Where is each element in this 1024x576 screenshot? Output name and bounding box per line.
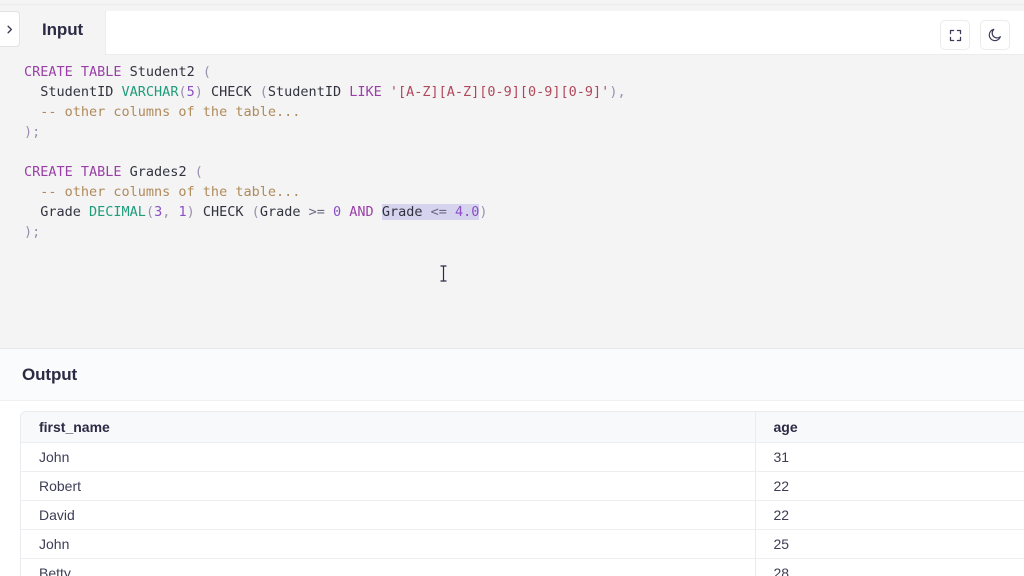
code-token: ( <box>186 164 203 180</box>
table-row[interactable]: John 31 <box>21 442 1024 472</box>
tab-input-label: Input <box>42 20 84 39</box>
code-token: LIKE <box>349 84 382 100</box>
code-token: Grade <box>381 204 431 220</box>
code-token: 4.0 <box>455 204 480 220</box>
dark-mode-button[interactable] <box>980 20 1010 50</box>
table-cell: 25 <box>755 529 1024 559</box>
code-token: ) <box>194 84 203 100</box>
code-line: Grade DECIMAL(3, 1) CHECK (Grade >= 0 AN… <box>24 202 1024 222</box>
code-line: CREATE TABLE Grades2 ( <box>24 162 1024 182</box>
code-token: CHECK <box>194 204 252 220</box>
code-token: VARCHAR <box>121 84 179 100</box>
column-header-first_name[interactable]: first_name <box>21 412 756 443</box>
code-token <box>446 204 455 220</box>
code-token: , <box>162 204 179 220</box>
code-token: ); <box>24 224 41 240</box>
code-token: -- other columns of the table... <box>24 104 301 120</box>
table-row[interactable]: Betty 28 <box>21 558 1024 576</box>
table-header-row: first_name age <box>21 412 1024 443</box>
code-token: ); <box>24 124 41 140</box>
code-token: 1 <box>178 204 187 220</box>
tab-bar-actions <box>940 10 1014 60</box>
code-token: DECIMAL <box>89 204 146 220</box>
code-token: CHECK <box>202 84 260 100</box>
result-table: first_name age John 31 Robert 22 David 22 John 2… <box>21 412 1024 576</box>
column-header-age[interactable]: age <box>755 412 1024 443</box>
table-cell: Betty <box>21 558 756 576</box>
code-token: CREATE TABLE <box>24 64 130 80</box>
tab-bar-filler <box>105 11 1024 55</box>
sidebar-collapse-button[interactable] <box>0 11 20 47</box>
code-token: 3 <box>154 204 163 220</box>
table-cell: 22 <box>755 471 1024 501</box>
code-line: CREATE TABLE Student2 ( <box>24 62 1024 82</box>
tab-input[interactable]: Input <box>20 5 106 55</box>
table-cell: 28 <box>755 558 1024 576</box>
code-token: 0 <box>333 204 342 220</box>
code-line: -- other columns of the table... <box>24 102 1024 122</box>
code-token: >= <box>308 204 325 220</box>
code-token: ), <box>609 84 626 100</box>
table-row[interactable]: Robert 22 <box>21 471 1024 501</box>
fullscreen-button[interactable] <box>940 20 970 50</box>
moon-icon <box>987 27 1003 43</box>
code-token: ) <box>186 204 195 220</box>
table-cell: Robert <box>21 471 756 501</box>
text-cursor-icon <box>440 265 447 282</box>
table-cell: David <box>21 500 756 530</box>
code-token: Student2 <box>129 64 195 80</box>
code-token: StudentID <box>267 84 350 100</box>
code-token: ( <box>259 84 268 100</box>
code-editor-panel[interactable]: CREATE TABLE Student2 ( StudentID VARCHA… <box>0 55 1024 348</box>
chevron-right-icon <box>4 24 15 35</box>
code-token: ( <box>194 64 211 80</box>
table-row[interactable]: John 25 <box>21 529 1024 559</box>
fullscreen-icon <box>948 28 963 43</box>
result-table-container[interactable]: first_name age John 31 Robert 22 David 22 John 2… <box>20 411 1024 576</box>
table-cell: 22 <box>755 500 1024 530</box>
code-token: CREATE TABLE <box>24 164 130 180</box>
output-panel: Output first_name age John 31 Robert 22 David… <box>0 348 1024 576</box>
code-token: ) <box>479 204 488 220</box>
output-header: Output <box>0 349 1024 401</box>
code-token: ( <box>145 204 155 220</box>
code-token: Grades2 <box>129 164 187 180</box>
code-token: '[A-Z][A-Z][0-9][0-9][0-9]' <box>389 84 610 100</box>
table-cell: John <box>21 529 756 559</box>
app-root: Input CREATE TABLE Student2 (StudentID … <box>0 0 1024 576</box>
code-line: ); <box>24 122 1024 142</box>
code-line: ); <box>24 222 1024 242</box>
code-token: ( <box>178 84 187 100</box>
output-title: Output <box>22 364 78 384</box>
table-row[interactable]: David 22 <box>21 500 1024 530</box>
code-token: 5 <box>186 84 195 100</box>
result-table-head: first_name age <box>21 412 1024 443</box>
code-line: StudentID VARCHAR(5) CHECK (StudentID LI… <box>24 82 1024 102</box>
code-line: -- other columns of the table... <box>24 182 1024 202</box>
result-table-body: John 31 Robert 22 David 22 John 25 Betty 28 <box>21 442 1024 576</box>
code-token: Grade <box>24 204 90 220</box>
code-token: StudentID <box>24 84 122 100</box>
code-token: -- other columns of the table... <box>24 184 301 200</box>
sql-code-block[interactable]: CREATE TABLE Student2 ( StudentID VARCHA… <box>0 55 1024 242</box>
code-token: AND <box>349 204 374 220</box>
code-token: Grade <box>259 204 309 220</box>
code-token: <= <box>430 204 447 220</box>
table-cell: 31 <box>755 442 1024 472</box>
tab-bar: Input <box>0 5 1024 55</box>
table-cell: John <box>21 442 756 472</box>
code-token: ( <box>251 204 260 220</box>
